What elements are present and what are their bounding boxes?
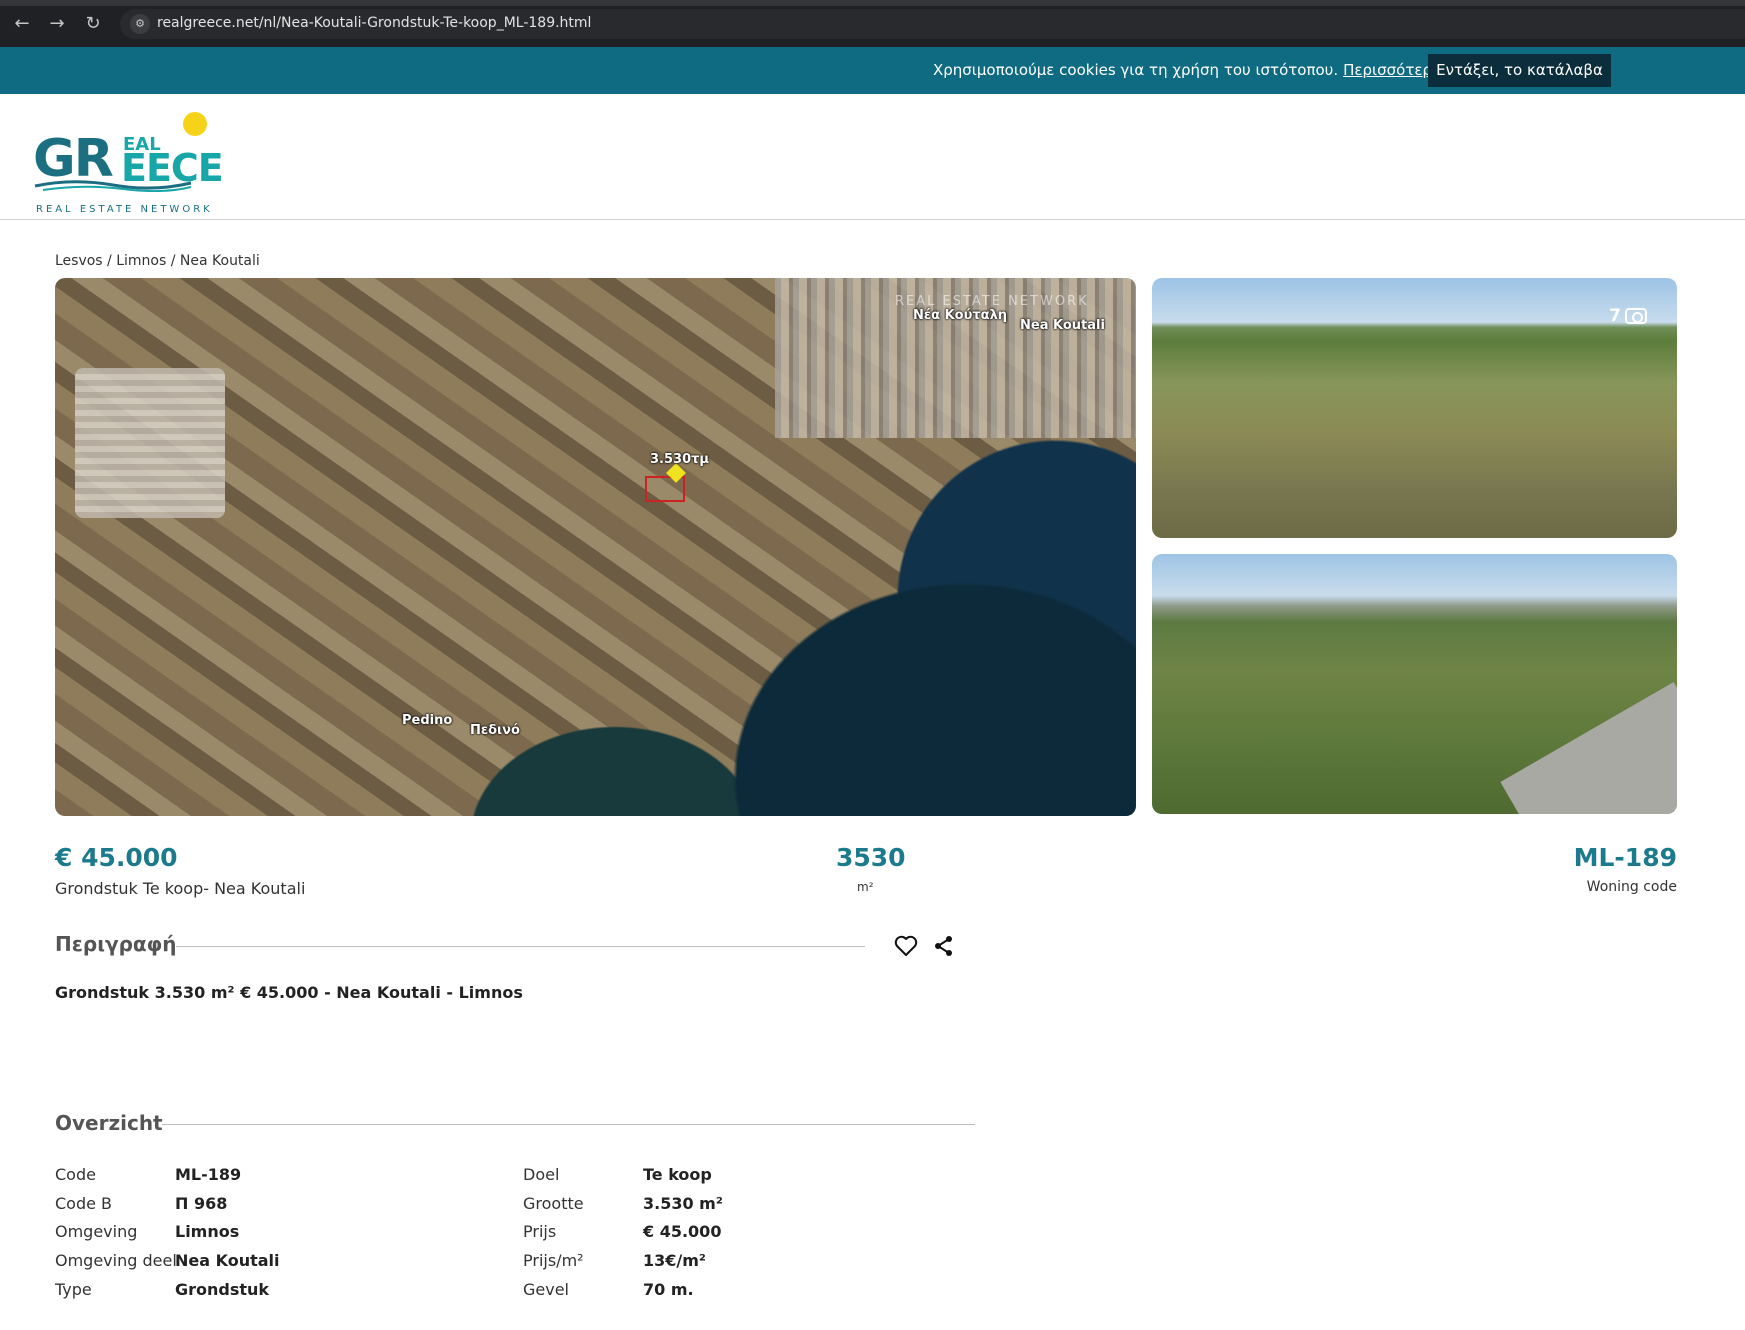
overview-value: Grondstuk xyxy=(175,1280,270,1299)
favorite-heart-icon[interactable] xyxy=(893,933,919,959)
overview-value: € 45.000 xyxy=(643,1222,722,1241)
overview-row: Omgeving xyxy=(55,1222,138,1241)
image-watermark: REAL ESTATE NETWORK xyxy=(895,294,1089,309)
overview-row: Prijs/m² xyxy=(523,1251,584,1270)
breadcrumb[interactable]: Lesvos / Limnos / Nea Koutali xyxy=(55,253,260,269)
cookie-banner: Χρησιμοποιούμε cookies για τη χρήση του … xyxy=(0,47,1745,94)
price-value: € 45.000 xyxy=(55,843,178,872)
overview-value: Limnos xyxy=(175,1222,240,1241)
site-header: GR EAL EECE REAL ESTATE NETWORK xyxy=(0,94,1745,220)
gallery-image-1[interactable]: 7 xyxy=(1152,278,1677,538)
property-subtitle: Grondstuk Te koop- Nea Koutali xyxy=(55,879,306,898)
gallery-image-2[interactable] xyxy=(1152,554,1677,814)
cookie-accept-button[interactable]: Εντάξει, το κατάλαβα xyxy=(1428,54,1611,87)
property-code: ML-189 xyxy=(1573,843,1677,872)
photo-count-number: 7 xyxy=(1609,306,1621,326)
tab-strip xyxy=(0,0,1745,6)
overview-divider xyxy=(162,1124,975,1125)
overview-value: Te koop xyxy=(643,1165,712,1184)
browser-toolbar: ← → ↻ ⚙ realgreece.net/nl/Nea-Koutali-Gr… xyxy=(0,0,1745,47)
overview-row: Type xyxy=(55,1280,92,1299)
logo-tagline: REAL ESTATE NETWORK xyxy=(36,204,213,215)
address-bar[interactable]: ⚙ realgreece.net/nl/Nea-Koutali-Grondstu… xyxy=(120,9,1745,39)
sun-icon xyxy=(183,112,207,136)
cookie-message: Χρησιμοποιούμε cookies για τη χρήση του … xyxy=(933,61,1442,79)
map-label-plot: 3.530τμ xyxy=(650,452,709,467)
description-text: Grondstuk 3.530 m² € 45.000 - Nea Koutal… xyxy=(55,983,523,1002)
overview-row: Omgeving deel xyxy=(55,1251,177,1270)
forward-arrow-icon[interactable]: → xyxy=(45,12,69,36)
overview-value: 3.530 m² xyxy=(643,1194,723,1213)
wave-icon xyxy=(34,180,192,192)
overview-value: 70 m. xyxy=(643,1280,694,1299)
overview-row: Code xyxy=(55,1165,96,1184)
property-code-label: Woning code xyxy=(1586,879,1677,895)
road-shape xyxy=(1500,682,1677,814)
overview-row: Gevel xyxy=(523,1280,569,1299)
photo-count[interactable]: 7 xyxy=(1609,306,1647,326)
share-icon[interactable] xyxy=(931,933,957,959)
camera-icon xyxy=(1625,308,1647,324)
area-value: 3530 xyxy=(836,843,906,872)
area-unit: m² xyxy=(857,880,874,894)
overview-row: Doel xyxy=(523,1165,560,1184)
reload-icon[interactable]: ↻ xyxy=(81,12,105,36)
url-text: realgreece.net/nl/Nea-Koutali-Grondstuk-… xyxy=(157,15,592,31)
description-heading: Περιγραφή xyxy=(55,932,177,956)
overview-value: 13€/m² xyxy=(643,1251,706,1270)
overview-heading: Overzicht xyxy=(55,1111,163,1135)
map-label-village-en: Pedino xyxy=(402,713,453,728)
overview-value: ML-189 xyxy=(175,1165,242,1184)
site-settings-icon[interactable]: ⚙ xyxy=(130,14,150,34)
map-label-village-gr: Πεδινό xyxy=(470,723,520,738)
cookie-text: Χρησιμοποιούμε cookies για τη χρήση του … xyxy=(933,61,1339,79)
overview-row: Grootte xyxy=(523,1194,584,1213)
overview-value: Nea Koutali xyxy=(175,1251,280,1270)
overview-row: Prijs xyxy=(523,1222,557,1241)
map-label-town-en: Nea Koutali xyxy=(1020,318,1105,333)
description-divider xyxy=(176,946,865,947)
real-greece-logo[interactable]: GR EAL EECE REAL ESTATE NETWORK xyxy=(33,104,224,215)
map-label-town-gr: Νέα Κούταλη xyxy=(913,308,1008,323)
back-arrow-icon[interactable]: ← xyxy=(10,12,34,36)
overview-value: Π 968 xyxy=(175,1194,228,1213)
overview-row: Code B xyxy=(55,1194,113,1213)
main-satellite-image[interactable]: REAL ESTATE NETWORK Νέα Κούταλη Nea Kout… xyxy=(55,278,1136,816)
map-complex-area xyxy=(75,368,225,518)
